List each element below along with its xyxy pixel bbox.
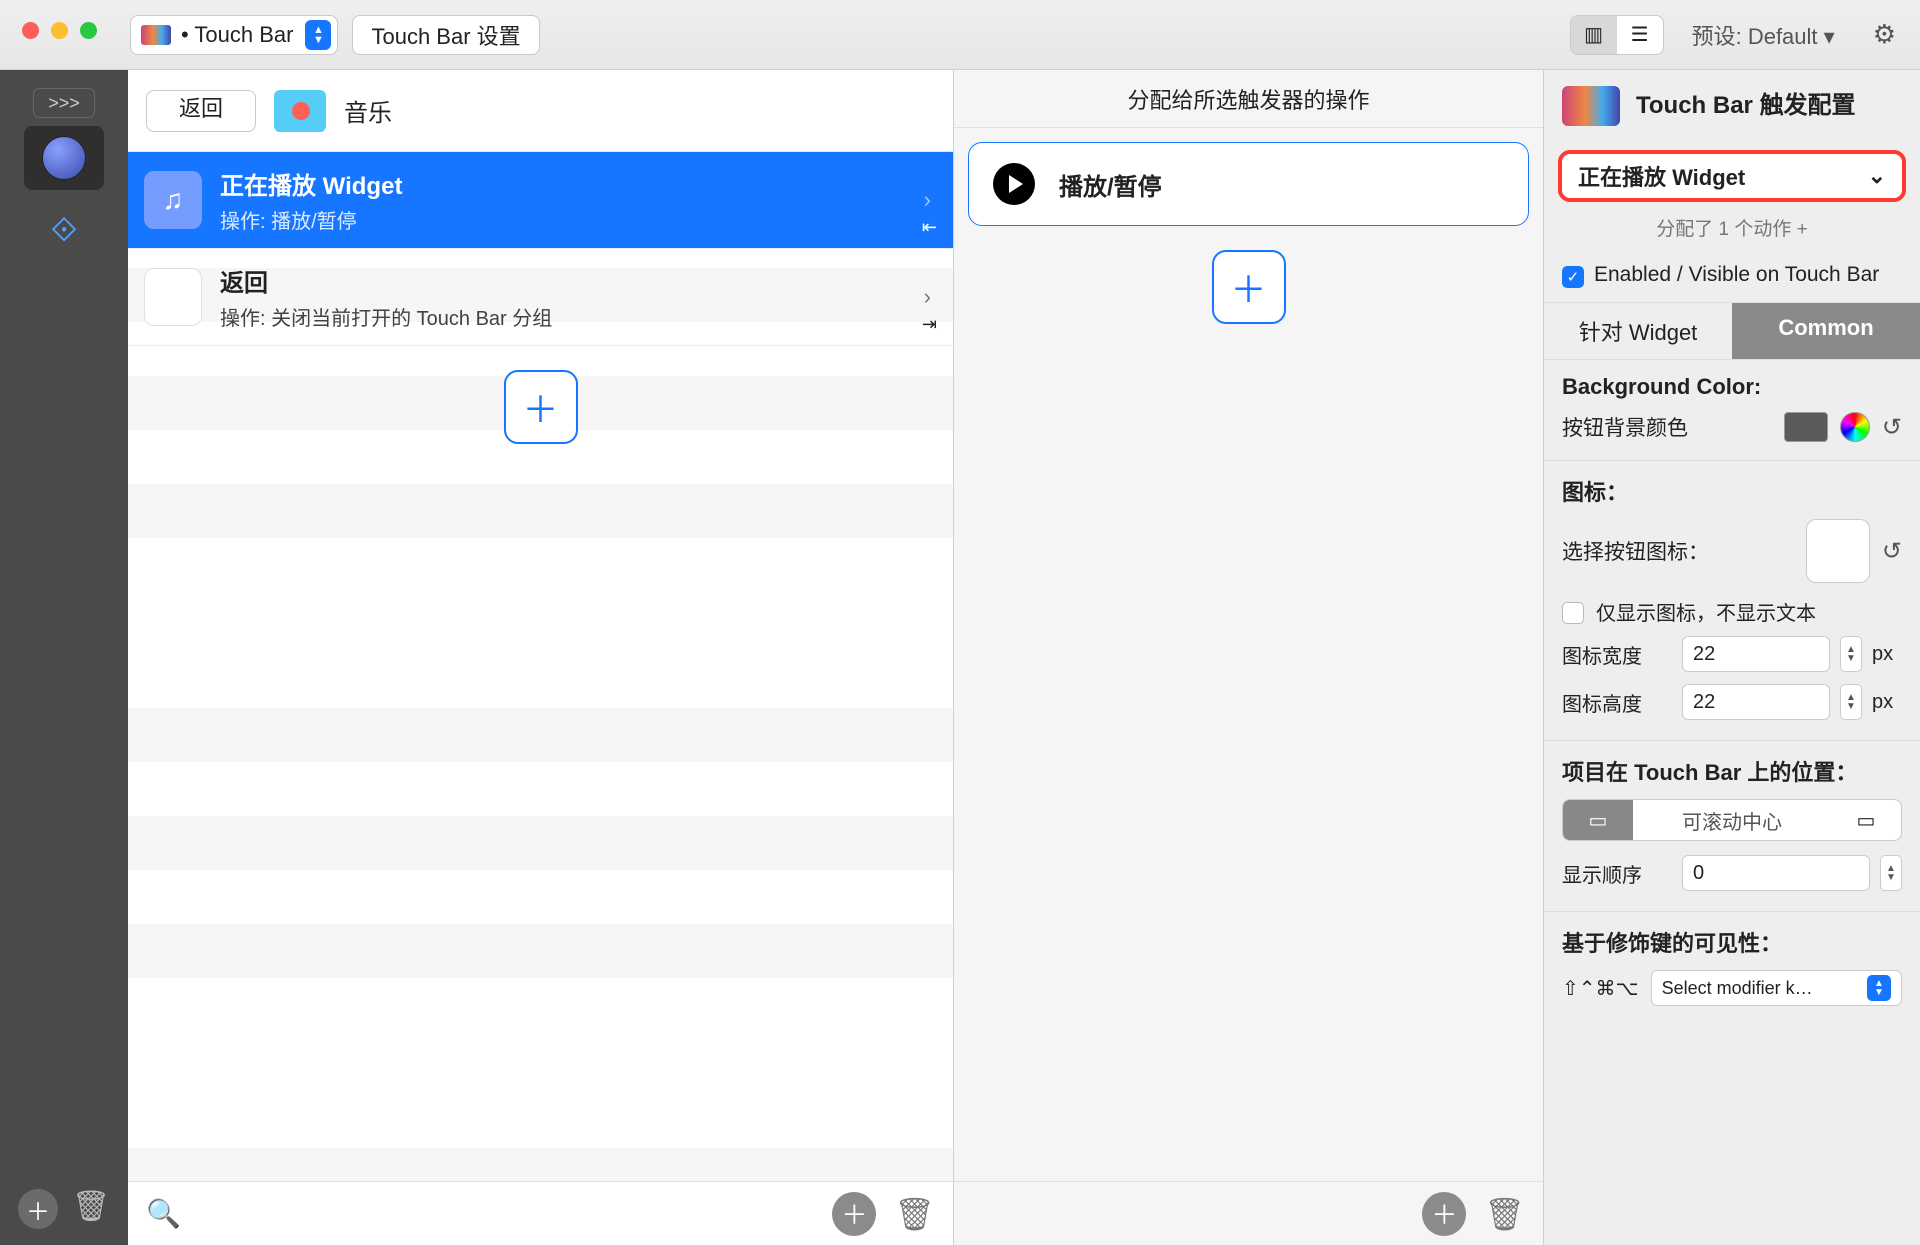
tab-common[interactable]: Common [1732,303,1920,359]
icon-label: 选择按钮图标： [1562,536,1794,566]
reset-icon[interactable]: ↺ [1882,413,1902,442]
chevron-updown-icon: ▲▼ [1867,975,1891,1001]
assigned-actions-label[interactable]: 分配了 1 个动作 + [1544,208,1920,255]
trigger-row[interactable]: ♫ 正在播放 Widget 操作: 播放/暂停 › ⇤ [128,152,953,249]
icon-width-input[interactable]: 22 [1682,636,1830,672]
delete-action-icon[interactable]: 🗑 [1484,1195,1525,1233]
height-stepper[interactable]: ▲▼ [1840,684,1862,720]
actions-header: 分配给所选触发器的操作 [954,70,1543,128]
bg-color-title: Background Color: [1562,374,1902,400]
align-left-icon: ⇤ [922,217,937,238]
window-traffic-lights[interactable] [22,22,97,39]
close-icon[interactable] [22,22,39,39]
modifier-select[interactable]: Select modifier k… ▲▼ [1651,970,1902,1006]
trigger-subtitle: 操作: 播放/暂停 [220,205,402,234]
action-label: 播放/暂停 [1059,167,1162,202]
zoom-icon[interactable] [80,22,97,39]
chevron-right-icon: › [924,284,931,310]
inspector-column: Touch Bar 触发配置 正在播放 Widget ⌄ 分配了 1 个动作 +… [1544,70,1920,1245]
list-view-icon[interactable]: ☰ [1617,16,1663,54]
enabled-label: Enabled / Visible on Touch Bar [1594,263,1879,287]
back-button[interactable]: 返回 [146,90,256,132]
color-picker-icon[interactable] [1840,412,1870,442]
add-action-button[interactable]: ＋ [1212,250,1286,324]
now-playing-icon: ♫ [144,171,202,229]
triggers-list: ♫ 正在播放 Widget 操作: 播放/暂停 › ⇤ 返回 操作: 关闭当前打… [128,152,953,1181]
search-icon[interactable]: 🔍 [146,1197,181,1230]
gear-icon[interactable]: ⚙ [1863,19,1906,50]
modifier-title: 基于修饰键的可见性： [1562,926,1902,958]
width-stepper[interactable]: ▲▼ [1840,636,1862,672]
align-right-icon[interactable]: ▭ [1831,800,1901,840]
chevron-updown-icon: ▲▼ [305,20,331,50]
music-folder-icon [274,90,326,132]
bg-color-swatch[interactable] [1784,412,1828,442]
position-center[interactable]: 可滚动中心 [1633,800,1831,840]
chevron-right-icon: › [924,187,931,213]
touchbar-settings-button[interactable]: Touch Bar 设置 [352,15,539,55]
order-input[interactable]: 0 [1682,855,1870,891]
triggers-column: 返回 音乐 ♫ 正在播放 Widget 操作: 播放/暂停 › ⇤ [128,70,954,1245]
sidebar-item-vscode[interactable]: ⟐ [24,198,104,262]
dropdown-label: • Touch Bar [181,22,293,48]
align-right-icon: ⇥ [922,314,937,335]
blank-icon [144,268,202,326]
group-title: 音乐 [344,93,392,128]
modifier-symbols: ⇧⌃⌘⌥ [1562,976,1639,1001]
icon-height-label: 图标高度 [1562,688,1672,717]
trigger-row[interactable]: 返回 操作: 关闭当前打开的 Touch Bar 分组 › ⇥ [128,249,953,346]
columns-view-icon[interactable]: ▥ [1571,16,1617,54]
icon-height-input[interactable]: 22 [1682,684,1830,720]
tab-widget[interactable]: 针对 Widget [1544,303,1732,359]
sidebar-item-global[interactable] [24,126,104,190]
trigger-title: 返回 [220,263,552,298]
toolbar: • Touch Bar ▲▼ Touch Bar 设置 ▥ ☰ 预设: Defa… [0,0,1920,70]
actions-column: 分配给所选触发器的操作 播放/暂停 ＋ ＋ 🗑 [954,70,1544,1245]
position-segmented[interactable]: ▭ 可滚动中心 ▭ [1562,799,1902,841]
widget-type-label: 正在播放 Widget [1578,160,1745,192]
icon-well[interactable] [1806,519,1870,583]
play-icon [993,163,1035,205]
icon-only-checkbox[interactable]: ✓ [1562,602,1584,624]
chevron-down-icon: ⌄ [1868,163,1886,189]
bg-color-label: 按钮背景颜色 [1562,412,1772,442]
minimize-icon[interactable] [51,22,68,39]
inspector-title: Touch Bar 触发配置 [1636,92,1856,121]
modifier-select-label: Select modifier k… [1662,978,1813,999]
globe-icon [42,136,86,180]
inspector-tabs: 针对 Widget Common [1544,303,1920,360]
trigger-title: 正在播放 Widget [220,166,402,201]
align-left-icon[interactable]: ▭ [1563,800,1633,840]
trigger-subtitle: 操作: 关闭当前打开的 Touch Bar 分组 [220,302,552,331]
add-button[interactable]: ＋ [832,1192,876,1236]
enabled-checkbox[interactable]: ✓ [1562,266,1584,288]
reset-icon[interactable]: ↺ [1882,537,1902,566]
add-button[interactable]: ＋ [1422,1192,1466,1236]
action-row[interactable]: 播放/暂停 [968,142,1529,226]
icon-only-label: 仅显示图标，不显示文本 [1596,597,1816,626]
order-stepper[interactable]: ▲▼ [1880,855,1902,891]
sidebar-item-run[interactable]: >>> [33,88,95,118]
position-title: 项目在 Touch Bar 上的位置： [1562,755,1902,787]
trigger-type-dropdown[interactable]: • Touch Bar ▲▼ [130,15,338,55]
delete-trigger-icon[interactable]: 🗑 [894,1195,935,1233]
px-unit: px [1872,691,1902,714]
app-sidebar: >>> ⟐ ＋ 🗑 [0,70,128,1245]
icon-width-label: 图标宽度 [1562,640,1672,669]
widget-type-select[interactable]: 正在播放 Widget ⌄ [1558,150,1906,202]
px-unit: px [1872,643,1902,666]
preset-dropdown[interactable]: 预设: Default ▾ [1678,19,1849,51]
trash-icon[interactable]: 🗑 [72,1189,110,1229]
order-label: 显示顺序 [1562,859,1672,888]
touchbar-icon [1562,86,1620,126]
view-mode-segmented[interactable]: ▥ ☰ [1570,15,1664,55]
icon-title: 图标： [1562,475,1902,507]
add-trigger-button[interactable]: ＋ [504,370,578,444]
touchbar-icon [141,25,171,45]
add-app-button[interactable]: ＋ [18,1189,58,1229]
